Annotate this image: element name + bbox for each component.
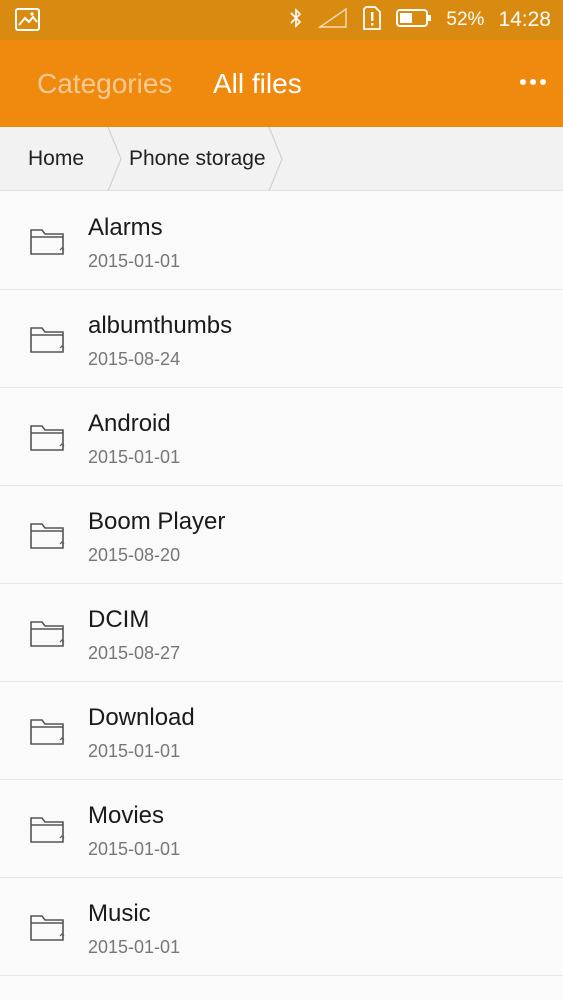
file-name: Movies	[88, 802, 165, 829]
file-name: Download	[88, 704, 195, 731]
bluetooth-icon	[288, 7, 304, 34]
folder-icon	[29, 520, 65, 550]
file-name: Boom Player	[88, 508, 226, 535]
tab-all-files[interactable]: All files	[213, 67, 302, 101]
file-date: 2015-08-27	[88, 643, 181, 663]
app-toolbar: Categories All files	[0, 40, 563, 127]
file-date: 2015-08-24	[88, 349, 181, 369]
breadcrumb: Home Phone storage	[0, 126, 563, 192]
folder-icon	[29, 226, 65, 256]
status-bar: 52% 14:28	[0, 0, 563, 40]
folder-icon	[29, 912, 65, 942]
file-name: Android	[88, 410, 171, 437]
breadcrumb-home[interactable]: Home	[28, 127, 84, 191]
tab-categories[interactable]: Categories	[37, 67, 172, 101]
file-list-item[interactable]: Boom Player 2015-08-20	[0, 486, 563, 584]
file-list-item[interactable]: Movies 2015-01-01	[0, 780, 563, 878]
file-list-item[interactable]: albumthumbs 2015-08-24	[0, 290, 563, 388]
folder-icon	[29, 422, 65, 452]
file-name: Music	[88, 900, 151, 927]
battery-icon	[396, 8, 432, 33]
file-date: 2015-01-01	[88, 251, 181, 271]
file-name: albumthumbs	[88, 312, 233, 339]
more-dots-icon	[519, 73, 547, 91]
file-date: 2015-01-01	[88, 937, 181, 957]
battery-percent: 52%	[446, 9, 485, 30]
breadcrumb-separator-icon	[267, 126, 285, 192]
file-date: 2015-01-01	[88, 741, 181, 761]
file-list-item[interactable]: Download 2015-01-01	[0, 682, 563, 780]
clock-time: 14:28	[498, 8, 551, 31]
breadcrumb-phone-storage[interactable]: Phone storage	[129, 127, 266, 191]
file-list-item[interactable]: DCIM 2015-08-27	[0, 584, 563, 682]
file-name: DCIM	[88, 606, 150, 633]
signal-icon	[318, 7, 348, 34]
breadcrumb-separator-icon	[106, 126, 124, 192]
file-date: 2015-01-01	[88, 839, 181, 859]
file-list-item[interactable]: Alarms 2015-01-01	[0, 192, 563, 290]
file-list-item[interactable]: Music 2015-01-01	[0, 878, 563, 976]
folder-icon	[29, 324, 65, 354]
folder-icon	[29, 814, 65, 844]
file-date: 2015-08-20	[88, 545, 181, 565]
more-options-button[interactable]	[513, 64, 553, 100]
file-list-item[interactable]: Android 2015-01-01	[0, 388, 563, 486]
file-date: 2015-01-01	[88, 447, 181, 467]
folder-icon	[29, 716, 65, 746]
gallery-icon	[14, 7, 42, 33]
folder-icon	[29, 618, 65, 648]
sim-alert-icon	[362, 5, 382, 36]
file-name: Alarms	[88, 214, 163, 241]
file-list: Alarms 2015-01-01 albumthumbs 2015-08-24…	[0, 192, 563, 976]
